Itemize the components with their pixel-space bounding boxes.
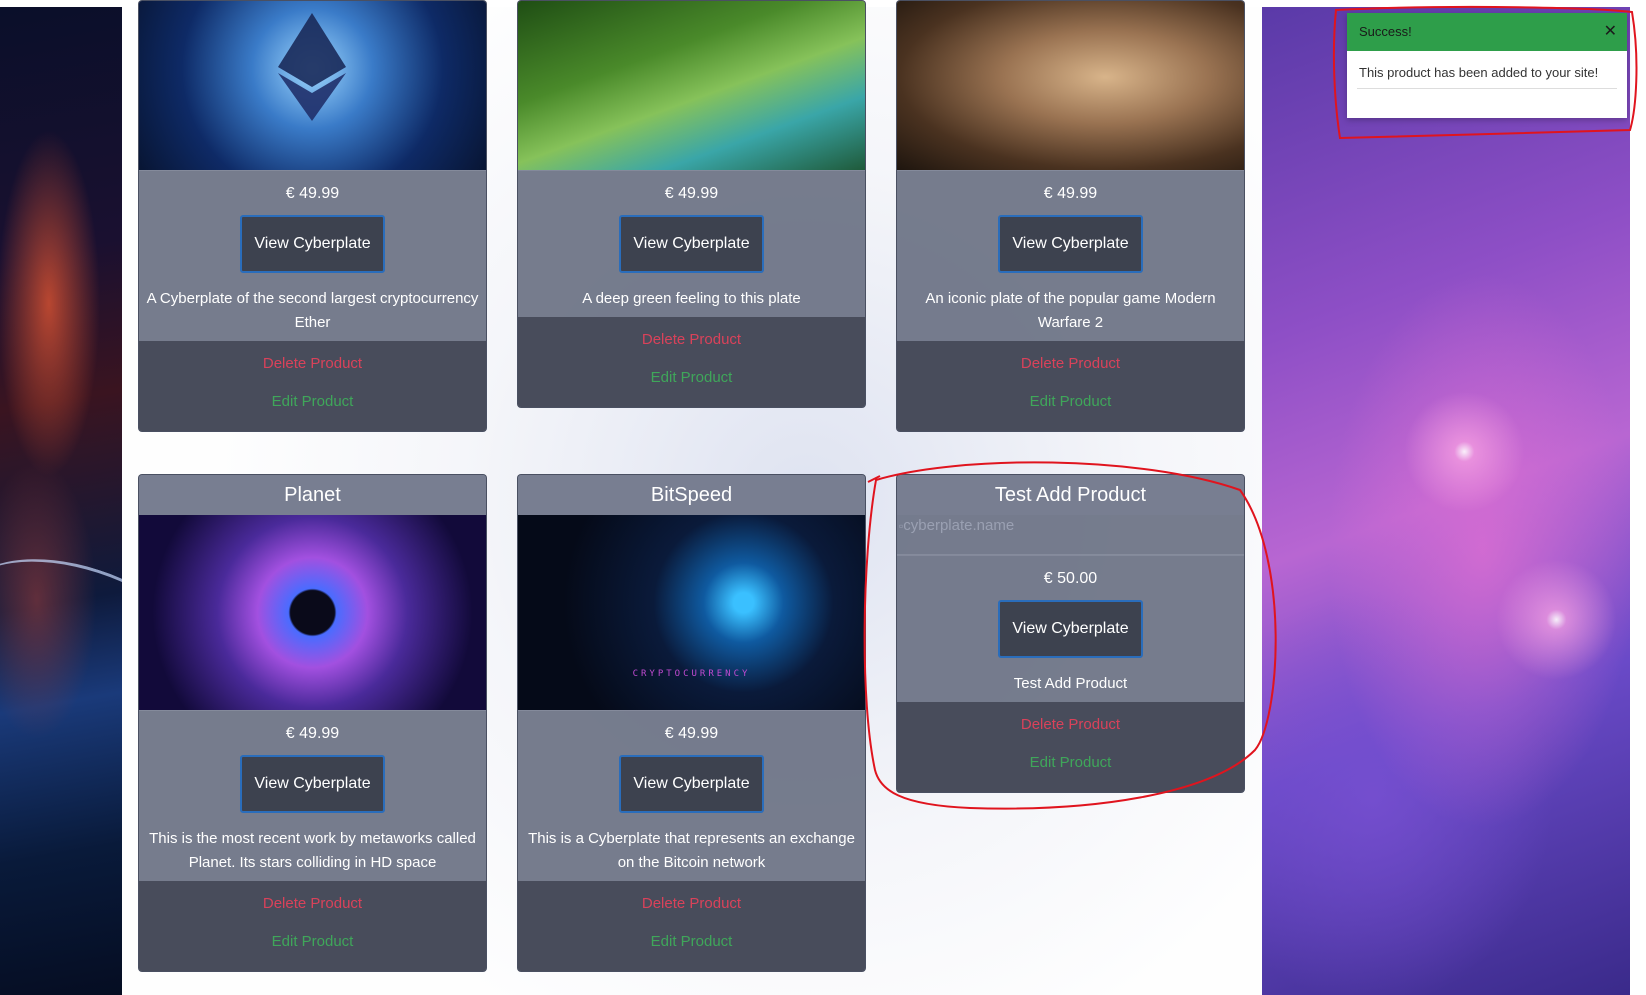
edit-product-link[interactable]: Edit Product [518, 359, 865, 397]
edit-product-link[interactable]: Edit Product [139, 923, 486, 961]
delete-product-link[interactable]: Delete Product [518, 321, 865, 359]
product-image-planet[interactable] [139, 515, 486, 710]
product-title: Planet [139, 475, 486, 515]
product-description: A Cyberplate of the second largest crypt… [146, 290, 479, 331]
product-title: BitSpeed [518, 475, 865, 515]
product-image-bitspeed[interactable]: CRYPTOCURRENCY [518, 515, 865, 710]
product-image-ether[interactable] [139, 1, 486, 170]
product-card-test-add-product: Test Add Product ▫cyberplate.name € 50.0… [896, 474, 1245, 793]
toast-header: Success! ✕ [1347, 13, 1627, 51]
product-card-forest: € 49.99 View Cyberplate A deep green fee… [517, 0, 866, 408]
product-description: A deep green feeling to this plate [582, 290, 801, 307]
delete-product-link[interactable]: Delete Product [897, 706, 1244, 744]
product-image-caption: CRYPTOCURRENCY [632, 669, 751, 679]
product-card-ether: € 49.99 View Cyberplate A Cyberplate of … [138, 0, 487, 432]
view-cyberplate-button[interactable]: View Cyberplate [619, 755, 764, 813]
product-card-planet: Planet € 49.99 View Cyberplate This is t… [138, 474, 487, 972]
product-description: This is the most recent work by metawork… [149, 830, 476, 871]
product-image-soldier[interactable] [897, 1, 1244, 170]
toast-message: This product has been added to your site… [1357, 51, 1617, 89]
product-description: Test Add Product [1013, 675, 1128, 692]
image-alt-text: cyberplate.name [903, 517, 1015, 534]
product-card-modern-warfare: € 49.99 View Cyberplate An iconic plate … [896, 0, 1245, 432]
delete-product-link[interactable]: Delete Product [139, 885, 486, 923]
delete-product-link[interactable]: Delete Product [139, 345, 486, 383]
product-image-forest[interactable] [518, 1, 865, 170]
view-cyberplate-button[interactable]: View Cyberplate [998, 215, 1143, 273]
product-description: This is a Cyberplate that represents an … [528, 830, 855, 871]
edit-product-link[interactable]: Edit Product [518, 923, 865, 961]
ethereum-logo-icon [278, 13, 346, 121]
product-image-broken[interactable]: ▫cyberplate.name [897, 515, 1244, 555]
background-left-space [0, 7, 122, 995]
delete-product-link[interactable]: Delete Product [897, 345, 1244, 383]
product-title: Test Add Product [897, 475, 1244, 515]
background-right-edge [1630, 7, 1646, 995]
view-cyberplate-button[interactable]: View Cyberplate [998, 600, 1143, 658]
success-toast: Success! ✕ This product has been added t… [1347, 13, 1627, 118]
product-card-bitspeed: BitSpeed CRYPTOCURRENCY € 49.99 View Cyb… [517, 474, 866, 972]
product-price: € 49.99 [664, 725, 719, 742]
product-price: € 49.99 [664, 185, 719, 202]
edit-product-link[interactable]: Edit Product [897, 744, 1244, 782]
product-price: € 49.99 [285, 185, 340, 202]
edit-product-link[interactable]: Edit Product [139, 383, 486, 421]
edit-product-link[interactable]: Edit Product [897, 383, 1244, 421]
close-icon[interactable]: ✕ [1604, 13, 1617, 51]
delete-product-link[interactable]: Delete Product [518, 885, 865, 923]
product-description: An iconic plate of the popular game Mode… [925, 290, 1216, 331]
background-right-nebula [1262, 7, 1630, 995]
toast-title: Success! [1359, 24, 1412, 39]
product-price: € 49.99 [285, 725, 340, 742]
view-cyberplate-button[interactable]: View Cyberplate [240, 215, 385, 273]
view-cyberplate-button[interactable]: View Cyberplate [619, 215, 764, 273]
product-price: € 50.00 [1043, 570, 1098, 587]
product-price: € 49.99 [1043, 185, 1098, 202]
view-cyberplate-button[interactable]: View Cyberplate [240, 755, 385, 813]
